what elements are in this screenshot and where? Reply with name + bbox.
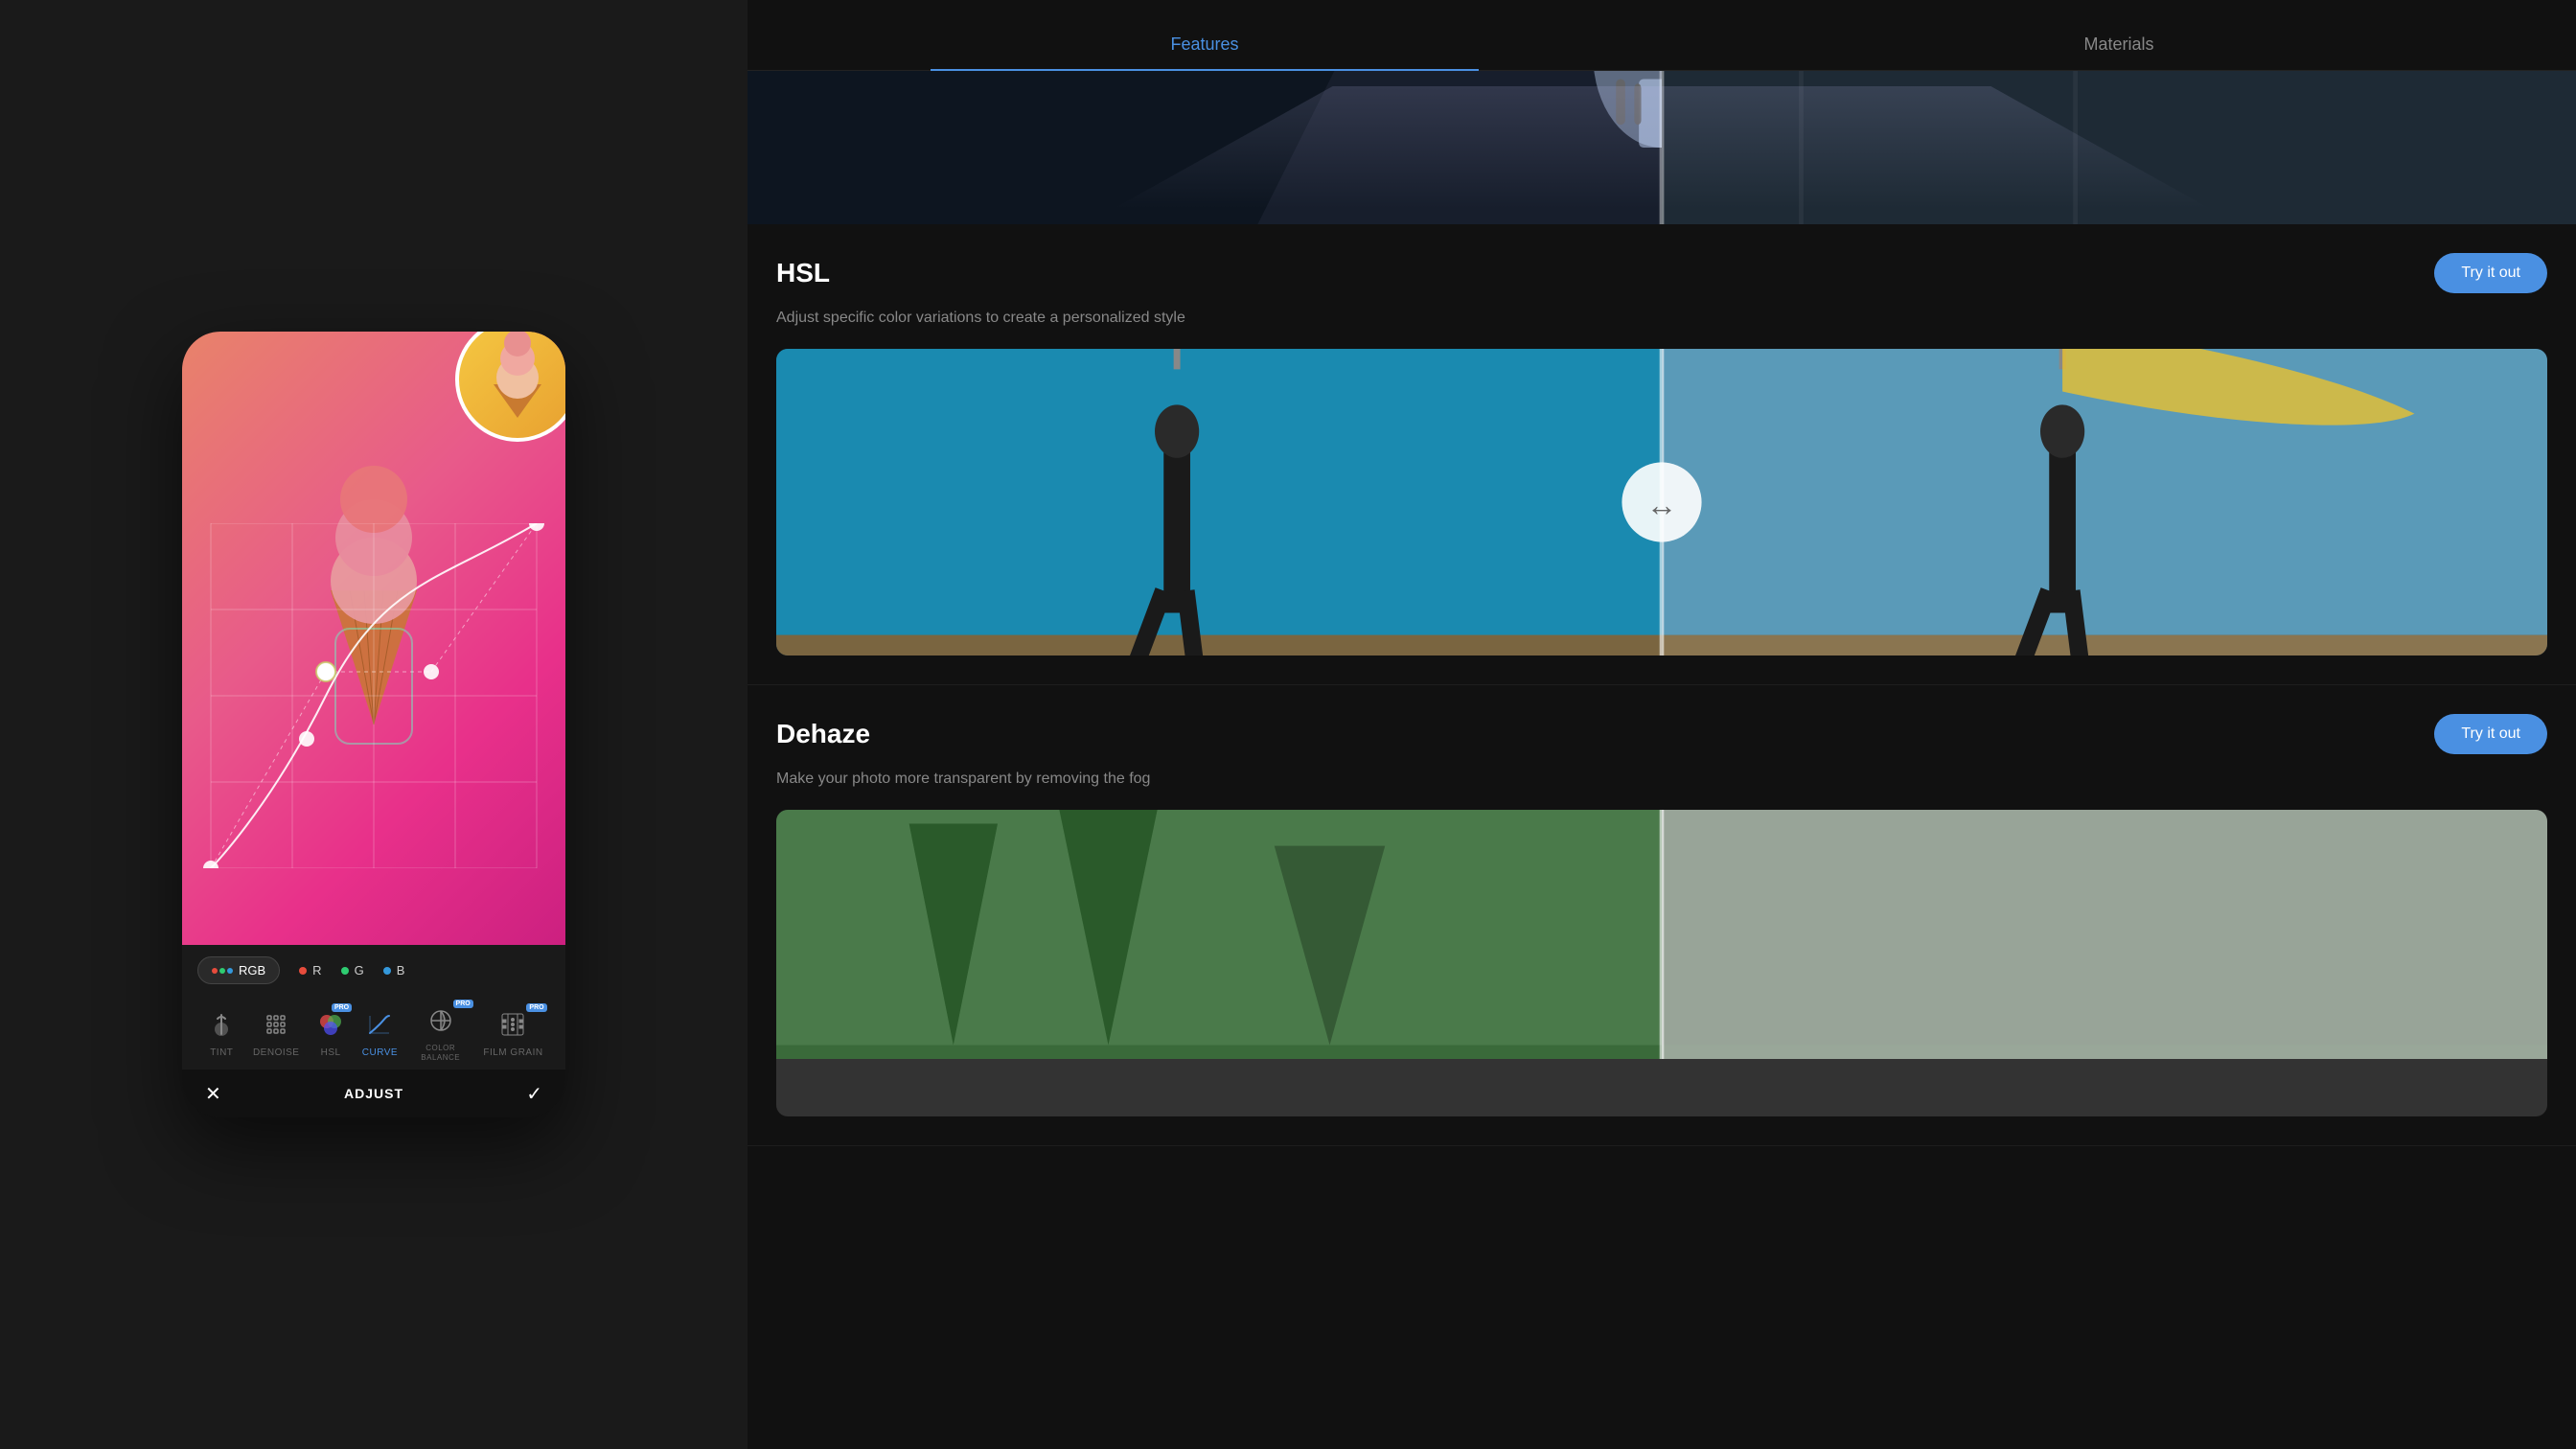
tool-film-grain[interactable]: PRO	[483, 1007, 542, 1058]
tool-curve[interactable]: CURVE	[362, 1007, 398, 1058]
alley-scene	[748, 71, 2576, 224]
feature-card-hsl: HSL Try it out Adjust specific color var…	[748, 224, 2576, 685]
dehaze-feature-title: Dehaze	[776, 719, 870, 749]
channel-b[interactable]: B	[383, 963, 405, 978]
tool-denoise[interactable]: DENOISE	[253, 1007, 300, 1058]
hsl-pro-badge: PRO	[332, 1003, 352, 1012]
channel-r[interactable]: R	[299, 963, 321, 978]
hsl-try-button[interactable]: Try it out	[2434, 253, 2547, 293]
dehaze-try-button[interactable]: Try it out	[2434, 714, 2547, 754]
dot-red	[212, 968, 218, 974]
color-balance-pro-badge: PRO	[453, 1000, 473, 1008]
hsl-feature-title: HSL	[776, 258, 830, 288]
film-grain-icon	[495, 1007, 530, 1042]
tools-row: TINT	[182, 996, 565, 1070]
channel-selector: RGB R G B	[182, 945, 565, 996]
tabs-header: Features Materials	[748, 0, 2576, 71]
rgb-button[interactable]: RGB	[197, 956, 280, 984]
tool-color-balance[interactable]: PRO COLOR BALANCE	[412, 1003, 470, 1062]
color-balance-label: COLOR BALANCE	[412, 1044, 470, 1062]
denoise-label: DENOISE	[253, 1047, 300, 1058]
features-scroll[interactable]: HSL Try it out Adjust specific color var…	[748, 224, 2576, 1449]
bottom-controls: RGB R G B	[182, 945, 565, 1117]
tool-tint[interactable]: TINT	[204, 1007, 239, 1058]
curve-label: CURVE	[362, 1047, 398, 1058]
g-dot	[341, 967, 349, 975]
hsl-feature-header: HSL Try it out	[776, 253, 2547, 293]
tab-materials[interactable]: Materials	[1662, 19, 2576, 70]
b-dot	[383, 967, 391, 975]
tool-hsl[interactable]: PRO HSL	[313, 1007, 348, 1058]
dehaze-feature-header: Dehaze Try it out	[776, 714, 2547, 754]
film-grain-label: FILM GRAIN	[483, 1047, 542, 1058]
tint-icon	[204, 1007, 239, 1042]
b-label: B	[397, 963, 405, 978]
hsl-feature-desc: Adjust specific color variations to crea…	[776, 307, 2547, 330]
bottom-nav: ✕ ADJUST ✓	[182, 1070, 565, 1117]
tint-label: TINT	[210, 1047, 233, 1058]
close-button[interactable]: ✕	[205, 1082, 221, 1106]
r-dot	[299, 967, 307, 975]
confirm-button[interactable]: ✓	[526, 1082, 542, 1106]
dehaze-preview: After Before	[776, 810, 2547, 1116]
dot-blue	[227, 968, 233, 974]
color-balance-icon	[424, 1003, 458, 1038]
adjust-title: ADJUST	[344, 1086, 403, 1101]
rgb-label: RGB	[239, 963, 265, 978]
right-panel: Features Materials	[748, 0, 2576, 1449]
dot-green	[219, 968, 225, 974]
photo-area	[182, 332, 565, 945]
phone-mockup: RGB R G B	[182, 332, 565, 1117]
hsl-preview: ↔ After Before	[776, 349, 2547, 656]
dehaze-feature-desc: Make your photo more transparent by remo…	[776, 768, 2547, 791]
preview-strip	[748, 71, 2576, 224]
r-label: R	[312, 963, 321, 978]
svg-text:↔: ↔	[1646, 488, 1677, 522]
film-grain-pro-badge: PRO	[526, 1003, 546, 1012]
tab-features[interactable]: Features	[748, 19, 1662, 70]
channel-g[interactable]: G	[341, 963, 364, 978]
denoise-icon	[259, 1007, 293, 1042]
hsl-icon	[313, 1007, 348, 1042]
hsl-label: HSL	[321, 1047, 341, 1058]
feature-card-dehaze: Dehaze Try it out Make your photo more t…	[748, 685, 2576, 1146]
curve-icon	[362, 1007, 397, 1042]
g-label: G	[355, 963, 364, 978]
left-panel: RGB R G B	[0, 0, 748, 1449]
